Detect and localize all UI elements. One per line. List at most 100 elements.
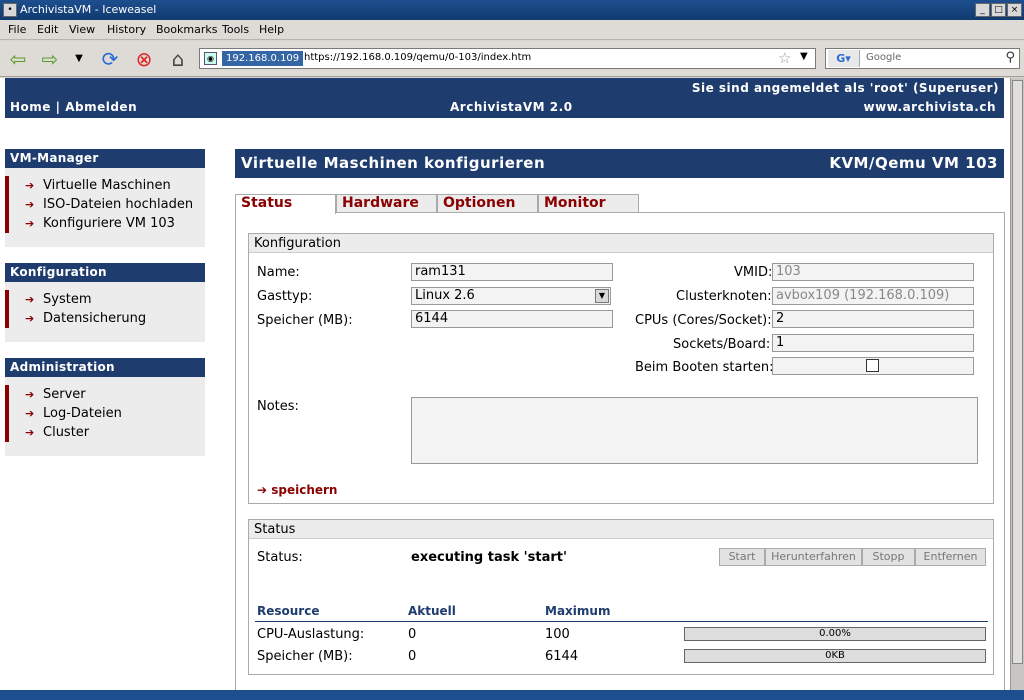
cpu-resource: CPU-Auslastung: [257,627,365,642]
menu-help[interactable]: Help [259,23,284,36]
stop-icon[interactable]: ⊗ [131,47,157,71]
shutdown-button[interactable]: Herunterfahren [765,548,862,566]
arrow-right-icon: ➔ [257,483,272,497]
site-identity[interactable]: 192.168.0.109 [222,51,304,66]
tab-hardware[interactable]: Hardware [336,194,437,212]
tab-status[interactable]: Status [235,194,336,214]
search-placeholder: Google [866,52,902,63]
sidebar-item-label: Konfiguriere VM 103 [43,216,175,231]
memory-input[interactable]: 6144 [411,310,613,328]
tab-monitor[interactable]: Monitor [538,194,639,212]
memory-label: Speicher (MB): [257,313,353,328]
vertical-scrollbar[interactable] [1010,78,1024,690]
page-title-bar: Virtuelle Maschinen konfigurieren KVM/Qe… [235,149,1004,178]
maximum-header: Maximum [545,604,611,618]
sidebar-heading: Administration [5,358,205,377]
app-name: ArchivistaVM 2.0 [450,100,573,114]
sidebar-item-label: Log-Dateien [43,406,122,421]
search-icon[interactable]: ⚲ [1005,50,1015,65]
forward-icon[interactable]: ⇨ [37,47,63,71]
sidebar-item-cluster[interactable]: ➔ Cluster [9,423,205,442]
memory-progress-bar: 0KB [684,649,986,663]
table-divider [255,621,988,622]
page-header: Sie sind angemeldet als 'root' (Superuse… [5,78,1004,118]
boot-start-field [772,357,974,375]
status-value: executing task 'start' [411,550,567,565]
url-text[interactable]: https://192.168.0.109/qemu/0-103/index.h… [304,52,531,63]
chevron-down-icon[interactable]: ▼ [595,289,609,303]
cpu-current: 0 [408,627,417,642]
save-button[interactable]: ➔ speichern [257,483,337,497]
memory-current: 0 [408,649,417,664]
search-bar[interactable]: G▾ Google ⚲ [825,48,1020,69]
sidebar-item-label: ISO-Dateien hochladen [43,197,194,212]
sidebar-heading: VM-Manager [5,149,205,168]
sidebar-item-configure-vm[interactable]: ➔ Konfiguriere VM 103 [9,214,205,233]
sidebar-item-virtual-machines[interactable]: ➔ Virtuelle Maschinen [9,176,205,195]
sidebar-item-system[interactable]: ➔ System [9,290,205,309]
menu-tools[interactable]: Tools [222,23,249,36]
sidebar-administration: Administration ➔ Server ➔ Log-Dateien ➔ Clu… [5,358,205,456]
cpus-input[interactable]: 2 [772,310,974,328]
logout-link[interactable]: Abmelden [65,100,137,114]
notes-textarea[interactable] [411,397,978,464]
sidebar-heading: Konfiguration [5,263,205,282]
arrow-right-icon: ➔ [25,217,35,230]
status-label: Status: [257,550,303,565]
tab-panel: Konfiguration Name: ram131 Gasttyp: Linu… [235,212,1005,690]
arrow-right-icon: ➔ [25,293,35,306]
vmid-label: VMID: [734,265,773,280]
memory-resource: Speicher (MB): [257,649,353,664]
tab-options[interactable]: Optionen [437,194,538,212]
window-menu-icon[interactable]: • [3,3,17,17]
sidebar-item-label: Cluster [43,425,90,440]
logged-in-text: Sie sind angemeldet als 'root' (Superuse… [691,81,999,95]
sidebar-item-backup[interactable]: ➔ Datensicherung [9,309,205,328]
home-link[interactable]: Home [10,100,51,114]
search-engine-icon[interactable]: G▾ [828,50,860,67]
history-dropdown-icon[interactable]: ▼ [66,47,92,71]
menu-file[interactable]: File [8,23,26,36]
arrow-right-icon: ➔ [25,179,35,192]
title-bar: • ArchivistaVM - Iceweasel _ □ × [0,0,1024,20]
save-label: speichern [271,483,338,497]
guest-type-select[interactable]: Linux 2.6 ▼ [411,287,611,305]
home-icon[interactable]: ⌂ [165,47,191,71]
sidebar-item-label: Virtuelle Maschinen [43,178,171,193]
back-icon[interactable]: ⇦ [5,47,31,71]
sidebar-vm-manager: VM-Manager ➔ Virtuelle Maschinen ➔ ISO-Dat… [5,149,205,247]
status-fieldset: Status Status: executing task 'start' St… [248,519,994,675]
menu-edit[interactable]: Edit [37,23,58,36]
stop-button[interactable]: Stopp [862,548,915,566]
start-button[interactable]: Start [719,548,765,566]
sidebar-item-label: Server [43,387,86,402]
menu-bookmarks[interactable]: Bookmarks [156,23,217,36]
resource-header: Resource [257,604,320,618]
bookmark-star-icon[interactable]: ☆ [778,49,791,67]
name-input[interactable]: ram131 [411,263,613,281]
arrow-right-icon: ➔ [25,407,35,420]
maximize-icon[interactable]: □ [991,3,1006,17]
boot-start-checkbox[interactable] [866,359,879,372]
cpu-max: 100 [545,627,570,642]
guest-type-label: Gasttyp: [257,289,313,304]
remove-button[interactable]: Entfernen [915,548,986,566]
arrow-right-icon: ➔ [25,312,35,325]
url-dropdown-icon[interactable]: ▼ [800,51,808,62]
close-window-icon[interactable]: × [1007,3,1022,17]
reload-icon[interactable]: ⟳ [97,47,123,71]
minimize-icon[interactable]: _ [975,3,990,17]
sidebar-item-iso-upload[interactable]: ➔ ISO-Dateien hochladen [9,195,205,214]
arrow-right-icon: ➔ [25,198,35,211]
boot-start-label: Beim Booten starten: [635,360,774,375]
scrollbar-thumb[interactable] [1012,80,1023,664]
sockets-input[interactable]: 1 [772,334,974,352]
url-bar[interactable]: ◉ 192.168.0.109 https://192.168.0.109/qe… [199,48,816,69]
vmid-input: 103 [772,263,974,281]
menu-history[interactable]: History [107,23,146,36]
memory-max: 6144 [545,649,579,664]
site-link[interactable]: www.archivista.ch [864,100,996,114]
sidebar-item-server[interactable]: ➔ Server [9,385,205,404]
sidebar-item-log-files[interactable]: ➔ Log-Dateien [9,404,205,423]
menu-view[interactable]: View [69,23,95,36]
